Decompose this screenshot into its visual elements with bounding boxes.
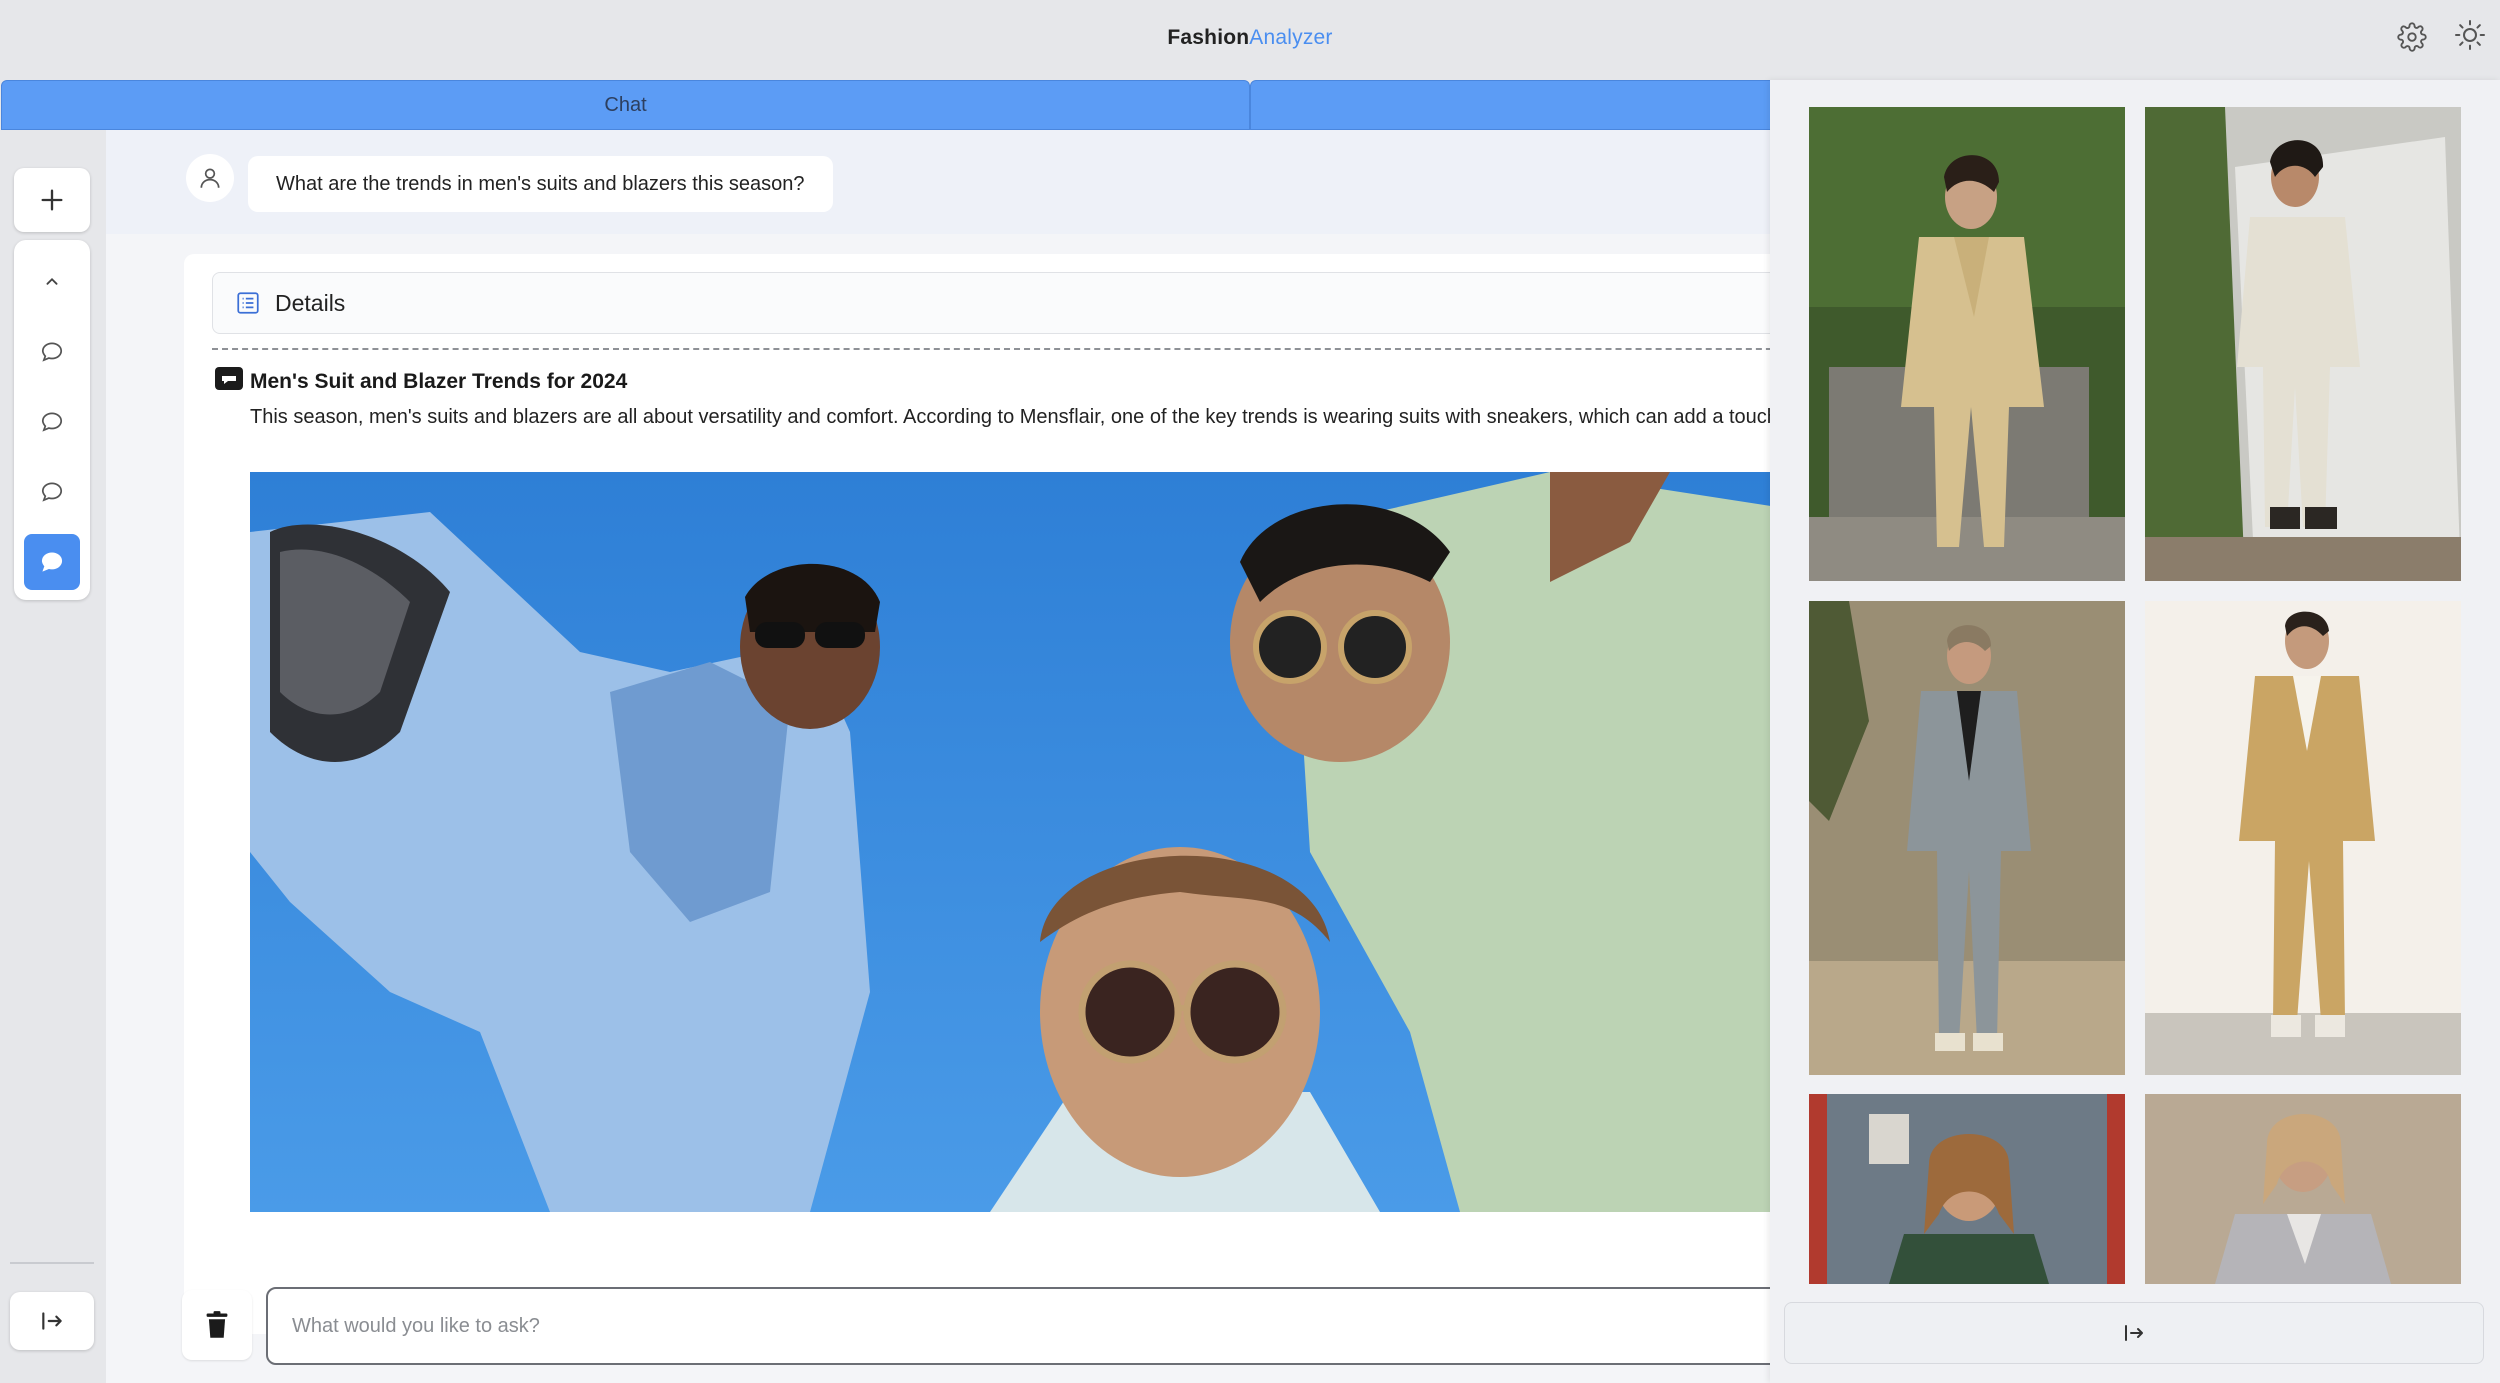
- tab-chat[interactable]: Chat: [1, 80, 1250, 130]
- left-sidebar: [0, 130, 106, 1383]
- gallery-image-4[interactable]: [2145, 601, 2461, 1075]
- chat-bubble-icon: [41, 482, 63, 502]
- chat-bubble-icon: [41, 552, 63, 572]
- list-details-icon: [237, 292, 259, 314]
- gear-icon[interactable]: [2394, 19, 2430, 55]
- collapse-list-button[interactable]: [24, 254, 80, 310]
- user-message-row: What are the trends in men's suits and b…: [106, 130, 1770, 234]
- chat-bubble-icon: [41, 342, 63, 362]
- conversation-item-3[interactable]: [24, 464, 80, 520]
- trash-icon: [206, 1311, 228, 1338]
- chat-input[interactable]: [266, 1287, 1786, 1365]
- sidebar-toggle-button[interactable]: [10, 1292, 94, 1350]
- gallery-image-5[interactable]: [1809, 1094, 2125, 1284]
- article-hero-image: [250, 472, 1770, 1212]
- chevron-up-icon: [46, 277, 58, 285]
- user-message-bubble: What are the trends in men's suits and b…: [248, 156, 833, 212]
- gallery-image-6[interactable]: [2145, 1094, 2461, 1284]
- app-title: FashionAnalyzer: [0, 26, 2500, 50]
- section-divider: [212, 348, 1770, 350]
- conversation-item-1[interactable]: [24, 324, 80, 380]
- clear-chat-button[interactable]: [182, 1290, 252, 1360]
- plus-icon: [41, 189, 63, 211]
- photo-tan-suit-studio: [2145, 601, 2461, 1075]
- sidebar-toggle-icon: [42, 1312, 62, 1330]
- photo-green-jacket-door: [1809, 1094, 2125, 1284]
- conversation-list: [14, 240, 90, 600]
- article-chat-icon: [215, 367, 243, 390]
- photo-beige-suit-garden: [1809, 107, 2125, 581]
- article-title: Men's Suit and Blazer Trends for 2024: [250, 370, 628, 393]
- photo-grey-jacket: [2145, 1094, 2461, 1284]
- user-avatar: [186, 154, 234, 202]
- app-title-part1: Fashion: [1167, 26, 1250, 49]
- gallery-image-3[interactable]: [1809, 601, 2125, 1075]
- photo-grey-suit-wall: [1809, 601, 2125, 1075]
- chat-main: What are the trends in men's suits and b…: [106, 130, 1770, 1383]
- image-gallery-panel: [1770, 80, 2500, 1383]
- tab-secondary[interactable]: [1250, 80, 1810, 130]
- user-icon: [200, 168, 220, 188]
- photo-cream-jacket: [2145, 107, 2461, 581]
- sun-icon[interactable]: [2452, 17, 2488, 53]
- gallery-image-2[interactable]: [2145, 107, 2461, 581]
- app-title-part2: Analyzer: [1249, 26, 1333, 49]
- assistant-answer-card: Details Men's Suit and Blazer Trends for…: [184, 254, 1770, 1334]
- details-toggle[interactable]: Details: [212, 272, 1770, 334]
- sidebar-toggle-icon: [2125, 1325, 2143, 1341]
- tab-bar: Chat: [0, 80, 1810, 130]
- details-label: Details: [275, 289, 346, 316]
- new-chat-button[interactable]: [14, 168, 90, 232]
- conversation-item-active[interactable]: [24, 534, 80, 590]
- article-body: This season, men's suits and blazers are…: [250, 406, 1770, 428]
- hero-photo: [250, 472, 1770, 1212]
- top-bar: FashionAnalyzer: [0, 0, 2500, 80]
- collapse-panel-button[interactable]: [1784, 1302, 2484, 1364]
- conversation-item-2[interactable]: [24, 394, 80, 450]
- chat-bubble-icon: [41, 412, 63, 432]
- gallery-image-1[interactable]: [1809, 107, 2125, 581]
- sidebar-divider: [10, 1262, 94, 1264]
